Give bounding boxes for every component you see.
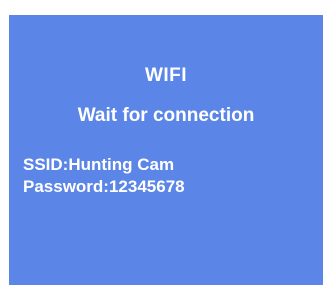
- ssid-text: SSID:Hunting Cam: [23, 155, 175, 174]
- connection-status: Wait for connection: [77, 105, 255, 126]
- network-info: SSID:Hunting Cam Password:12345678: [23, 154, 185, 198]
- wifi-screen: WIFI Wait for connection SSID:Hunting Ca…: [9, 15, 323, 285]
- password-text: Password:12345678: [23, 177, 185, 196]
- wifi-title: WIFI: [144, 65, 188, 86]
